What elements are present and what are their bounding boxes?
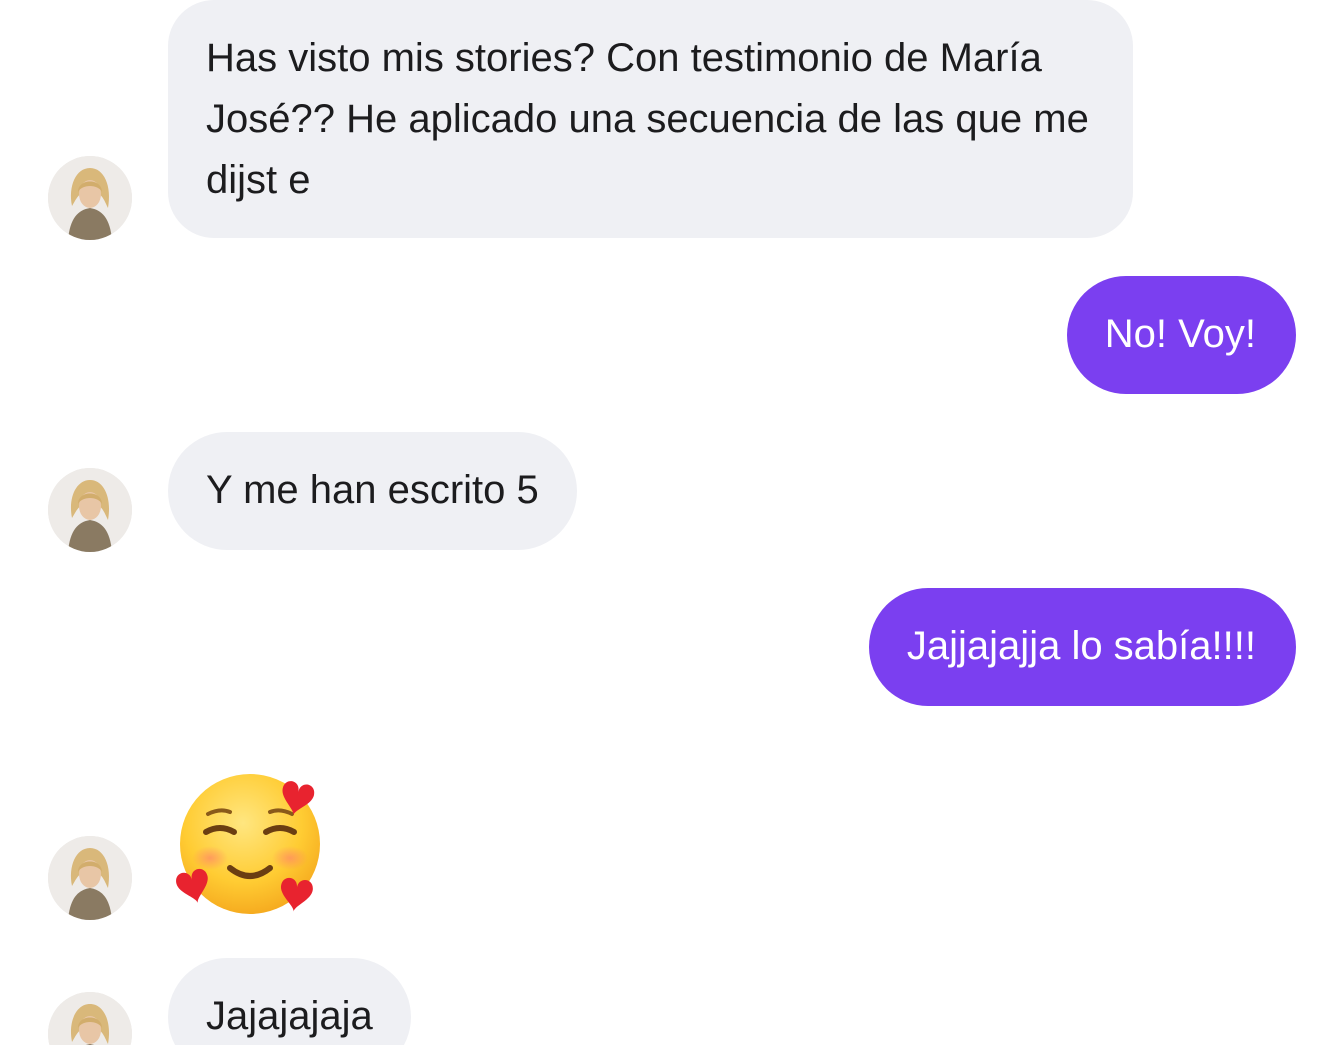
smiling-face-with-hearts-icon[interactable]	[168, 762, 338, 922]
contact-avatar[interactable]	[48, 836, 132, 920]
message-bubble-incoming[interactable]: Has visto mis stories? Con testimonio de…	[168, 0, 1133, 238]
contact-avatar[interactable]	[48, 992, 132, 1045]
message-bubble-outgoing[interactable]: No! Voy!	[1066, 276, 1296, 394]
message-text: Has visto mis stories? Con testimonio de…	[206, 36, 1089, 202]
contact-avatar[interactable]	[48, 468, 132, 552]
message-text: Y me han escrito 5	[206, 468, 539, 512]
contact-avatar[interactable]	[48, 156, 132, 240]
chat-thread[interactable]: Has visto mis stories? Con testimonio de…	[0, 0, 1320, 1045]
message-text: Jajjajajja lo sabía!!!!	[906, 624, 1256, 668]
message-bubble-incoming[interactable]: Y me han escrito 5	[168, 432, 577, 550]
message-text: Jajajajaja	[206, 994, 373, 1038]
message-bubble-outgoing[interactable]: Jajjajajja lo sabía!!!!	[868, 588, 1296, 706]
message-bubble-incoming[interactable]: Jajajajaja	[168, 958, 411, 1045]
message-text: No! Voy!	[1104, 312, 1256, 356]
